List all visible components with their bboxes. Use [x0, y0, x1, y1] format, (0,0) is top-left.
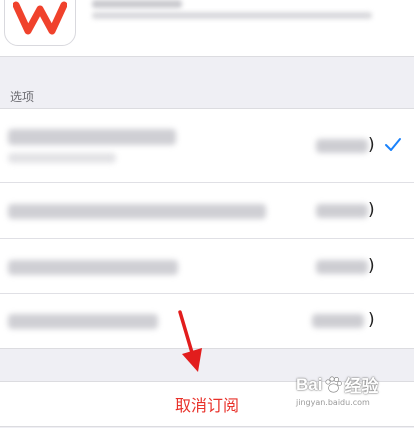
- watermark-url: jingyan.baidu.com: [296, 398, 370, 407]
- option-price-redacted: [316, 139, 368, 153]
- options-section-title: 选项: [10, 90, 35, 104]
- price-paren: ): [368, 310, 375, 330]
- wps-office-logo-icon: [13, 1, 67, 35]
- option-price-redacted: [316, 204, 368, 218]
- option-price-redacted: [312, 314, 364, 328]
- app-icon: [4, 0, 76, 46]
- option-row-2[interactable]: ): [0, 183, 414, 239]
- option-title-redacted: [8, 260, 178, 275]
- option-subtitle-redacted: [8, 153, 116, 163]
- app-subtitle-redacted: [92, 12, 372, 19]
- option-row-3[interactable]: ): [0, 239, 414, 294]
- app-header: [0, 0, 414, 57]
- price-paren: ): [368, 200, 375, 220]
- option-price-redacted: [316, 260, 368, 274]
- watermark-brand: Bai: [296, 374, 323, 394]
- checkmark-icon: [385, 138, 401, 151]
- option-row-1[interactable]: ): [0, 109, 414, 183]
- option-title-redacted: [8, 129, 176, 145]
- option-title-redacted: [8, 314, 158, 329]
- app-name-redacted: [92, 0, 182, 8]
- price-paren: ): [368, 256, 375, 276]
- watermark-brand-suffix: 经验: [344, 377, 379, 396]
- cancel-subscription-label: 取消订阅: [174, 396, 239, 415]
- red-arrow-down-icon: [178, 310, 202, 372]
- baidu-jingyan-watermark: Bai 经验 jingyan.baidu.com: [296, 372, 379, 408]
- option-title-redacted: [8, 204, 266, 219]
- price-paren: ): [368, 135, 375, 155]
- baidu-paw-icon: [325, 375, 343, 392]
